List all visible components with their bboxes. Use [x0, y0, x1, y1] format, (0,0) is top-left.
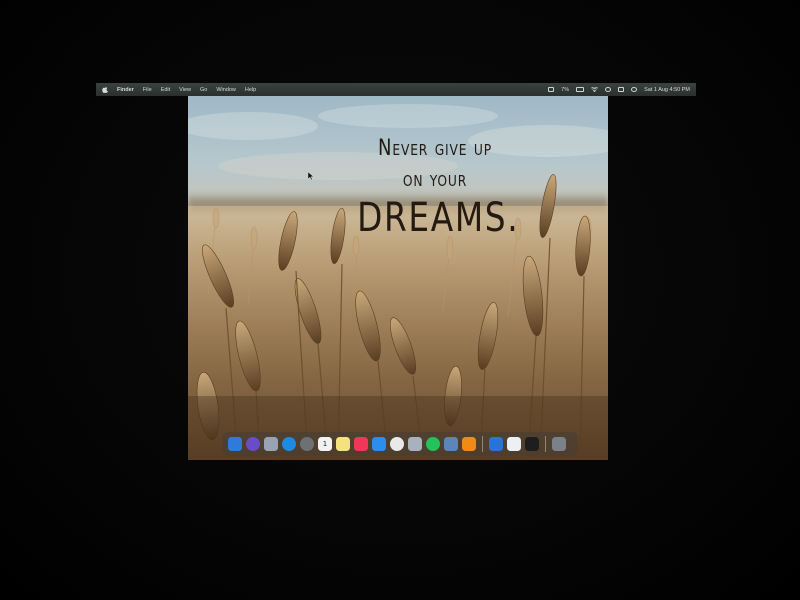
textedit-icon[interactable] [507, 437, 521, 451]
quote-line-2: on your [402, 167, 468, 191]
mail-icon[interactable] [372, 437, 386, 451]
preview-icon[interactable] [444, 437, 458, 451]
system-preferences-icon[interactable] [300, 437, 314, 451]
display-icon[interactable] [548, 87, 555, 92]
vlc-icon[interactable] [462, 437, 476, 451]
screenshot-icon[interactable] [408, 437, 422, 451]
dock-separator [482, 436, 483, 452]
terminal-icon[interactable] [525, 437, 539, 451]
music-icon[interactable] [354, 437, 368, 451]
menu-clock[interactable]: Sat 1 Aug 4:50 PM [644, 87, 690, 93]
control-center-icon[interactable] [618, 87, 625, 92]
calendar-icon[interactable]: 1 [318, 437, 332, 451]
siri-icon[interactable] [246, 437, 260, 451]
whatsapp-icon[interactable] [426, 437, 440, 451]
trash-icon[interactable] [552, 437, 566, 451]
xcode-icon[interactable] [489, 437, 503, 451]
quote-line-3: DREAMS. [357, 195, 520, 241]
wifi-icon[interactable] [591, 86, 599, 93]
mouse-pointer-icon [308, 172, 314, 180]
menu-window[interactable]: Window [216, 87, 236, 93]
dock-separator [545, 436, 546, 452]
notes-icon[interactable] [336, 437, 350, 451]
dock: 1 [222, 432, 578, 456]
calendar-date: 1 [322, 440, 328, 448]
desktop-wallpaper: Never give up on your DREAMS. 1 [188, 96, 608, 460]
battery-icon[interactable] [576, 87, 585, 92]
search-icon[interactable] [605, 87, 612, 92]
menu-go[interactable]: Go [200, 87, 207, 93]
chrome-icon[interactable] [390, 437, 404, 451]
menu-app-name[interactable]: Finder [117, 87, 134, 93]
menu-bar: Finder File Edit View Go Window Help 7% … [96, 83, 696, 96]
finder-icon[interactable] [228, 437, 242, 451]
apple-menu-icon[interactable] [102, 86, 109, 93]
wallpaper-quote: Never give up on your DREAMS. [340, 134, 530, 242]
photographed-monitor: Finder File Edit View Go Window Help 7% … [0, 0, 800, 600]
menu-file[interactable]: File [143, 87, 152, 93]
status-area: 7% Sat 1 Aug 4:50 PM [548, 87, 690, 93]
siri-menu-icon[interactable] [631, 87, 638, 92]
menu-help[interactable]: Help [245, 87, 256, 93]
safari-icon[interactable] [282, 437, 296, 451]
launchpad-icon[interactable] [264, 437, 278, 451]
battery-percent: 7% [561, 86, 570, 93]
quote-line-1: Never give up [378, 136, 492, 161]
menu-edit[interactable]: Edit [161, 87, 170, 93]
menu-view[interactable]: View [179, 87, 191, 93]
